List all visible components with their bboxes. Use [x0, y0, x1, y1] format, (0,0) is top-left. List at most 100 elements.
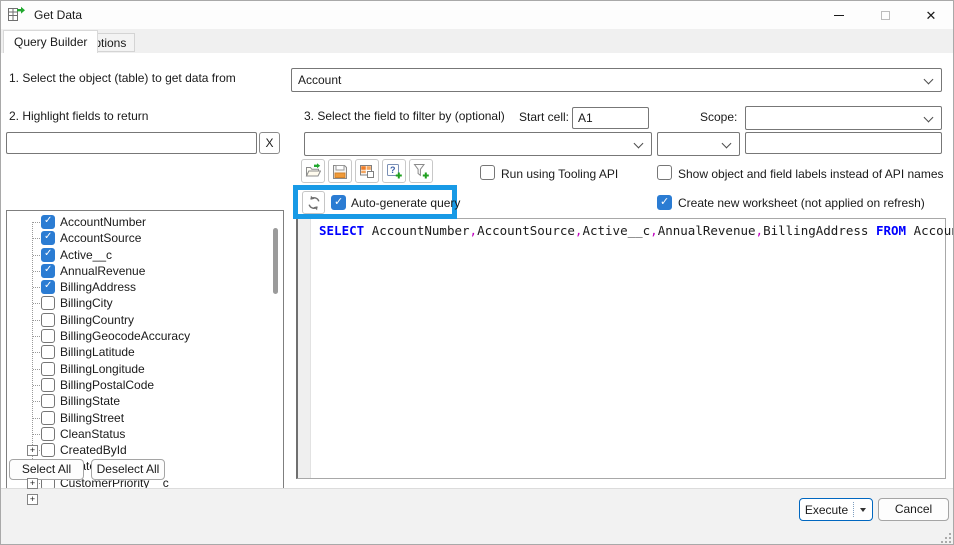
field-checkbox[interactable]	[41, 231, 55, 245]
field-row[interactable]: CleanStatus	[7, 426, 283, 442]
field-label: BillingLongitude	[60, 362, 145, 376]
chevron-down-icon	[924, 113, 934, 123]
minimize-button[interactable]	[816, 1, 862, 29]
tree-connector	[33, 352, 40, 353]
run-tooling-checkbox[interactable]	[480, 165, 495, 180]
field-row[interactable]: BillingStreet	[7, 410, 283, 426]
close-button[interactable]: ✕	[908, 1, 954, 29]
field-row[interactable]: + CreatedById	[7, 442, 283, 458]
field-checkbox[interactable]	[41, 296, 55, 310]
field-checkbox[interactable]	[41, 280, 55, 294]
field-label: BillingState	[60, 394, 120, 408]
expand-plus-icon[interactable]: +	[27, 494, 38, 505]
field-row[interactable]: BillingCity	[7, 295, 283, 311]
field-label: BillingCity	[60, 296, 113, 310]
field-checkbox[interactable]	[41, 215, 55, 229]
start-cell-input[interactable]	[572, 107, 649, 129]
field-search-input[interactable]	[6, 132, 257, 154]
insert-table-icon	[359, 163, 375, 179]
field-label: BillingGeocodeAccuracy	[60, 329, 190, 343]
chevron-down-icon	[634, 139, 644, 149]
field-checkbox[interactable]	[41, 362, 55, 376]
field-row[interactable]: BillingState	[7, 393, 283, 409]
select-all-button[interactable]: Select All	[9, 459, 84, 480]
field-row[interactable]: BillingPostalCode	[7, 377, 283, 393]
resize-grip-icon[interactable]	[941, 533, 943, 535]
add-filter-button[interactable]	[409, 159, 433, 183]
field-row[interactable]: BillingLongitude	[7, 361, 283, 377]
auto-generate-label: Auto-generate query	[351, 196, 460, 210]
field-row[interactable]: BillingLatitude	[7, 344, 283, 360]
field-checkbox[interactable]	[41, 264, 55, 278]
open-query-icon	[305, 163, 321, 179]
cancel-button[interactable]: Cancel	[878, 498, 949, 521]
deselect-all-button[interactable]: Deselect All	[91, 459, 165, 480]
show-labels-checkbox[interactable]	[657, 165, 672, 180]
field-label: CleanStatus	[60, 427, 125, 441]
operator-dropdown[interactable]	[657, 132, 740, 156]
field-row[interactable]: BillingCountry	[7, 312, 283, 328]
field-checkbox[interactable]	[41, 313, 55, 327]
open-query-button[interactable]	[301, 159, 325, 183]
scope-dropdown[interactable]	[745, 106, 942, 130]
execute-label: Execute	[800, 503, 853, 517]
field-checkbox[interactable]	[41, 248, 55, 262]
field-row[interactable]: Active__c	[7, 247, 283, 263]
save-query-icon	[332, 163, 348, 179]
maximize-icon	[881, 11, 890, 20]
editor-gutter	[298, 219, 311, 478]
tab-strip	[1, 29, 953, 53]
field-checkbox[interactable]	[41, 394, 55, 408]
maximize-button[interactable]	[862, 1, 908, 29]
query-editor[interactable]: SELECT AccountNumber,AccountSource,Activ…	[296, 218, 946, 479]
field-checkbox[interactable]	[41, 329, 55, 343]
clear-search-button[interactable]: X	[259, 132, 280, 154]
auto-generate-checkbox[interactable]	[331, 195, 346, 210]
field-row[interactable]: AnnualRevenue	[7, 263, 283, 279]
export-table-icon	[8, 6, 25, 23]
field-label: Active__c	[60, 248, 112, 262]
add-parameter-button[interactable]: ?	[382, 159, 406, 183]
field-label: CreatedById	[60, 443, 127, 457]
field-row[interactable]: BillingAddress	[7, 279, 283, 295]
minimize-icon	[834, 15, 844, 16]
field-checkbox[interactable]	[41, 443, 55, 457]
field-label: BillingAddress	[60, 280, 136, 294]
tree-connector	[33, 418, 40, 419]
tree-connector	[33, 271, 40, 272]
field-label: AccountNumber	[60, 215, 146, 229]
field-checkbox[interactable]	[41, 345, 55, 359]
expand-plus-icon[interactable]: +	[27, 445, 38, 456]
object-dropdown[interactable]: Account	[291, 68, 942, 92]
close-icon: ✕	[926, 9, 937, 22]
create-worksheet-label: Create new worksheet (not applied on ref…	[678, 196, 925, 210]
field-checkbox[interactable]	[41, 411, 55, 425]
execute-button[interactable]: Execute	[799, 498, 873, 521]
field-checkbox[interactable]	[41, 427, 55, 441]
refresh-query-button[interactable]	[302, 191, 325, 214]
tree-connector	[33, 369, 40, 370]
field-row[interactable]: AccountNumber	[7, 214, 283, 230]
create-worksheet-checkbox[interactable]	[657, 195, 672, 210]
insert-table-button[interactable]	[355, 159, 379, 183]
tree-connector	[33, 401, 40, 402]
object-section-label: 1. Select the object (table) to get data…	[9, 71, 236, 85]
field-row[interactable]: BillingGeocodeAccuracy	[7, 328, 283, 344]
list-scrollbar[interactable]	[273, 228, 278, 294]
arrow-down-icon	[860, 508, 866, 512]
scope-label: Scope:	[700, 110, 737, 124]
tree-connector	[33, 303, 40, 304]
filter-field-dropdown[interactable]	[304, 132, 652, 156]
execute-dropdown-arrow[interactable]	[854, 508, 872, 512]
tree-connector	[33, 222, 40, 223]
tree-connector	[33, 287, 40, 288]
save-query-button[interactable]	[328, 159, 352, 183]
field-label: BillingCountry	[60, 313, 134, 327]
tab-query-builder[interactable]: Query Builder	[3, 30, 98, 53]
field-row[interactable]: AccountSource	[7, 230, 283, 246]
expand-plus-icon[interactable]: +	[27, 478, 38, 489]
chevron-down-icon	[722, 139, 732, 149]
field-checkbox[interactable]	[41, 378, 55, 392]
criteria-input[interactable]	[745, 132, 942, 154]
tree-connector	[33, 255, 40, 256]
